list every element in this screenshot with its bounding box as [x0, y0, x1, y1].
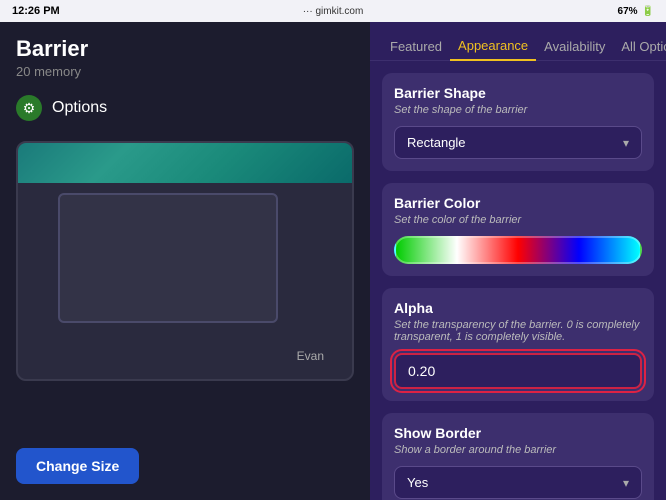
tab-availability[interactable]: Availability	[536, 33, 613, 60]
barrier-rect	[58, 193, 278, 323]
alpha-input-wrap	[394, 353, 642, 389]
options-icon: ⚙	[16, 95, 42, 121]
barrier-color-desc: Set the color of the barrier	[394, 214, 642, 226]
barrier-shape-desc: Set the shape of the barrier	[394, 104, 642, 116]
options-row[interactable]: ⚙ Options	[0, 83, 370, 133]
left-panel: Barrier 20 memory ⚙ Options Evan Change …	[0, 22, 370, 500]
barrier-color-section: Barrier Color Set the color of the barri…	[382, 183, 654, 276]
barrier-shape-title: Barrier Shape	[394, 85, 642, 101]
barrier-subtitle: 20 memory	[16, 64, 354, 79]
barrier-title: Barrier	[16, 36, 354, 62]
game-area-top	[18, 143, 352, 183]
show-border-section: Show Border Show a border around the bar…	[382, 413, 654, 500]
alpha-section: Alpha Set the transparency of the barrie…	[382, 288, 654, 401]
left-header: Barrier 20 memory	[0, 22, 370, 83]
panel-content: Barrier Shape Set the shape of the barri…	[370, 61, 666, 500]
status-time: 12:26 PM	[12, 5, 60, 17]
show-border-desc: Show a border around the barrier	[394, 444, 642, 456]
tab-bar: Featured Appearance Availability All Opt…	[370, 22, 666, 61]
chevron-down-icon: ▾	[623, 476, 629, 490]
barrier-shape-value: Rectangle	[407, 135, 466, 150]
show-border-value: Yes	[407, 475, 428, 490]
options-label: Options	[52, 99, 107, 117]
alpha-title: Alpha	[394, 300, 642, 316]
battery-icon: 🔋	[642, 6, 654, 17]
tab-all-options[interactable]: All Options	[613, 33, 666, 60]
barrier-color-title: Barrier Color	[394, 195, 642, 211]
alpha-desc: Set the transparency of the barrier. 0 i…	[394, 319, 642, 343]
right-panel: Featured Appearance Availability All Opt…	[370, 22, 666, 500]
status-url: ··· gimkit.com	[303, 6, 364, 17]
status-right: 67% 🔋	[618, 6, 654, 17]
tab-featured[interactable]: Featured	[382, 33, 450, 60]
tab-appearance[interactable]: Appearance	[450, 32, 536, 61]
signal-text: 67%	[618, 6, 638, 17]
main-layout: Barrier 20 memory ⚙ Options Evan Change …	[0, 22, 666, 500]
chevron-down-icon: ▾	[623, 136, 629, 150]
show-border-dropdown[interactable]: Yes ▾	[394, 466, 642, 499]
barrier-shape-section: Barrier Shape Set the shape of the barri…	[382, 73, 654, 171]
change-size-button[interactable]: Change Size	[16, 448, 139, 484]
color-bar[interactable]	[394, 236, 642, 264]
game-area: Evan	[16, 141, 354, 381]
barrier-shape-dropdown[interactable]: Rectangle ▾	[394, 126, 642, 159]
status-bar: 12:26 PM ··· gimkit.com 67% 🔋	[0, 0, 666, 22]
show-border-title: Show Border	[394, 425, 642, 441]
evan-label: Evan	[297, 349, 324, 363]
alpha-input[interactable]	[394, 353, 642, 389]
